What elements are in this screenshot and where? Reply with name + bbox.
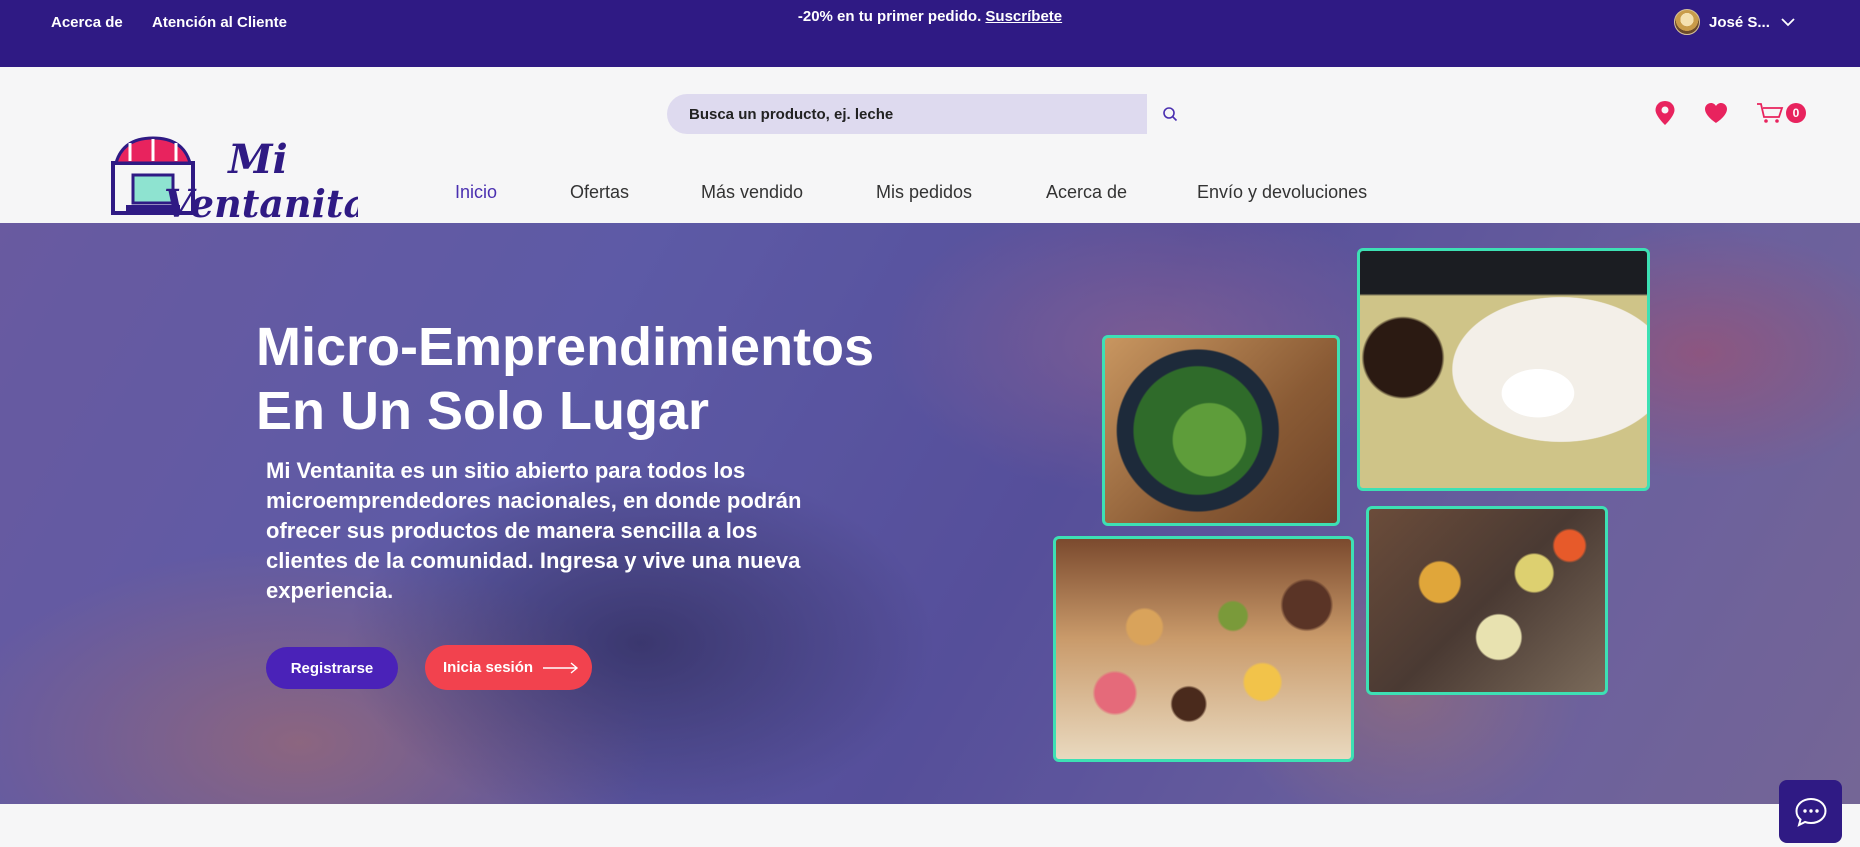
nav-ofertas[interactable]: Ofertas — [570, 182, 629, 203]
hero-description: Mi Ventanita es un sitio abierto para to… — [266, 458, 802, 603]
cart-icon[interactable] — [1756, 102, 1784, 124]
user-menu[interactable]: José S... — [1674, 9, 1797, 35]
nav-mis-pedidos[interactable]: Mis pedidos — [876, 182, 972, 203]
nav-envio-devoluciones[interactable]: Envío y devoluciones — [1197, 182, 1367, 203]
breakfast-photo — [1357, 248, 1650, 491]
hero-title: Micro-Emprendimientos En Un Solo Lugar — [256, 315, 956, 443]
login-button[interactable]: Inicia sesión — [425, 645, 592, 690]
chat-bubble-icon — [1794, 797, 1827, 827]
hero-title-line2: En Un Solo Lugar — [256, 381, 709, 441]
search-button[interactable] — [1147, 94, 1192, 134]
logo-text-line1: Mi — [226, 136, 287, 183]
nav-acerca-de[interactable]: Acerca de — [1046, 182, 1127, 203]
search-icon — [1162, 107, 1177, 122]
next-section — [0, 804, 1860, 847]
chevron-down-icon — [1781, 18, 1795, 27]
salad-photo — [1102, 335, 1340, 526]
register-button[interactable]: Registrarse — [266, 647, 398, 689]
nav-inicio[interactable]: Inicio — [455, 182, 497, 203]
cart-count-badge: 0 — [1786, 103, 1806, 123]
subscribe-link[interactable]: Suscríbete — [985, 8, 1062, 25]
nav-mas-vendido[interactable]: Más vendido — [701, 182, 803, 203]
logo[interactable]: Mi Ventanita — [108, 133, 358, 223]
avatar — [1674, 9, 1700, 35]
location-pin-icon[interactable] — [1654, 100, 1676, 126]
login-button-label: Inicia sesión — [443, 659, 534, 676]
promo-text: -20% en tu primer pedido. — [797, 8, 982, 25]
logo-text-line2: Ventanita — [164, 181, 358, 223]
hero-title-line1: Micro-Emprendimientos — [256, 317, 875, 377]
arrow-right-icon — [543, 661, 579, 674]
search-input[interactable] — [689, 105, 1147, 123]
tacos-photo — [1366, 506, 1608, 695]
top-bar: Acerca de Atención al Cliente -20% en tu… — [0, 0, 1860, 67]
site-header: 0 Mi Ventanita Inicio Ofertas Más vendid… — [0, 67, 1860, 223]
chat-button[interactable] — [1779, 780, 1842, 843]
heart-icon[interactable] — [1704, 102, 1728, 124]
search-bar — [667, 94, 1147, 134]
promo-banner: -20% en tu primer pedido. Suscríbete — [0, 8, 1860, 25]
user-name: José S... — [1709, 13, 1770, 31]
pastries-photo — [1053, 536, 1354, 762]
